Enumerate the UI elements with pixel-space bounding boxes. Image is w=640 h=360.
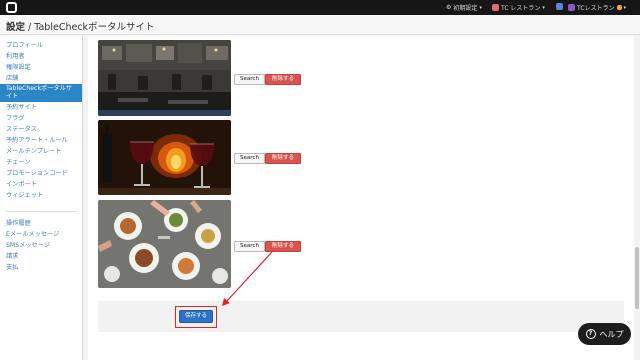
sidebar-item-profile[interactable]: プロフィール — [0, 40, 82, 51]
photo-2-search-button[interactable]: Search — [234, 153, 265, 164]
main-scrollbar-thumb[interactable] — [635, 247, 639, 309]
sidebar-item-permissions[interactable]: 権限設定 — [0, 62, 82, 73]
photo-3-delete-button[interactable]: 削除する — [265, 241, 301, 252]
sidebar-item-flags[interactable]: フラグ — [0, 113, 82, 124]
gallery-photo-dining-table — [98, 200, 231, 288]
sidebar-item-email-messages[interactable]: Eメールメッセージ — [0, 229, 82, 240]
badge-icon — [616, 5, 622, 10]
chevron-down-icon: ▾ — [623, 4, 627, 11]
sidebar-item-alert-rules[interactable]: 予約アラート・ルール — [0, 135, 82, 146]
main-scrollbar-track[interactable] — [634, 36, 640, 360]
breadcrumb-current: / TableCheckポータルサイト — [25, 22, 155, 33]
sidebar-item-payments[interactable]: 支払 — [0, 262, 82, 273]
initial-settings-menu[interactable]: ⚙ 初期設定 ▾ — [446, 3, 482, 12]
breadcrumb-settings[interactable]: 設定 — [6, 22, 25, 33]
sidebar-item-activity-log[interactable]: 操作履歴 — [0, 218, 82, 229]
settings-nav: プロフィール 利用者 権限設定 店舗 TableCheckポータルサイト 予約サ… — [0, 36, 82, 201]
sidebar-item-users[interactable]: 利用者 — [0, 51, 82, 62]
gallery-photo-restaurant-interior — [98, 40, 231, 116]
chevron-down-icon: ▾ — [542, 4, 545, 11]
sidebar-item-mail-templates[interactable]: メールテンプレート — [0, 146, 82, 157]
initial-settings-label: 初期設定 — [453, 5, 478, 12]
page-title: 設定 / TableCheckポータルサイト — [6, 19, 155, 33]
sidebar-item-sms-messages[interactable]: SMSメッセージ — [0, 240, 82, 251]
help-label: ヘルプ — [599, 329, 624, 339]
sidebar-divider — [6, 211, 76, 212]
gear-icon: ⚙ — [446, 4, 452, 11]
gallery-photo-wine-fireplace — [98, 120, 231, 195]
sidebar-item-widget[interactable]: ウィジェット — [0, 190, 82, 201]
page-header: 設定 / TableCheckポータルサイト — [0, 15, 640, 35]
profile-avatar-button[interactable] — [556, 3, 563, 10]
sidebar-item-promo-codes[interactable]: プロモーションコード — [0, 168, 82, 179]
user-icon — [568, 4, 575, 11]
help-button[interactable]: ? ヘルプ — [578, 323, 631, 345]
photo-3-search-button[interactable]: Search — [234, 241, 265, 252]
sidebar-item-shops[interactable]: 店舗 — [0, 73, 82, 84]
user-menu-label: TCレストラン — [577, 5, 615, 12]
avatar-icon — [556, 3, 563, 10]
secondary-nav: 操作履歴 Eメールメッセージ SMSメッセージ 請求 支払 — [0, 218, 82, 273]
top-navbar: ⚙ 初期設定 ▾ TC レストラン ▾ TCレストラン ▾ — [0, 0, 640, 15]
sidebar-item-booking-site[interactable]: 予約サイト — [0, 102, 82, 113]
save-button[interactable]: 保存する — [179, 310, 213, 323]
restaurant-icon — [492, 4, 499, 11]
user-menu[interactable]: TCレストラン ▾ — [568, 3, 626, 12]
sidebar-item-billing[interactable]: 請求 — [0, 251, 82, 262]
chevron-down-icon: ▾ — [479, 4, 482, 11]
sidebar-item-portal-site[interactable]: TableCheckポータルサイト — [0, 84, 82, 102]
restaurant-label: TC レストラン — [501, 5, 541, 12]
photo-2-delete-button[interactable]: 削除する — [265, 153, 301, 164]
sidebar-item-chain[interactable]: チェーン — [0, 157, 82, 168]
photo-1-delete-button[interactable]: 削除する — [265, 74, 301, 85]
app-logo-icon[interactable] — [6, 2, 17, 13]
sidebar: プロフィール 利用者 権限設定 店舗 TableCheckポータルサイト 予約サ… — [0, 36, 83, 360]
help-question-icon: ? — [585, 329, 596, 339]
photo-1-search-button[interactable]: Search — [234, 74, 265, 85]
sidebar-item-status[interactable]: ステータス — [0, 124, 82, 135]
sidebar-item-import[interactable]: インポート — [0, 179, 82, 190]
restaurant-menu[interactable]: TC レストラン ▾ — [492, 3, 545, 12]
